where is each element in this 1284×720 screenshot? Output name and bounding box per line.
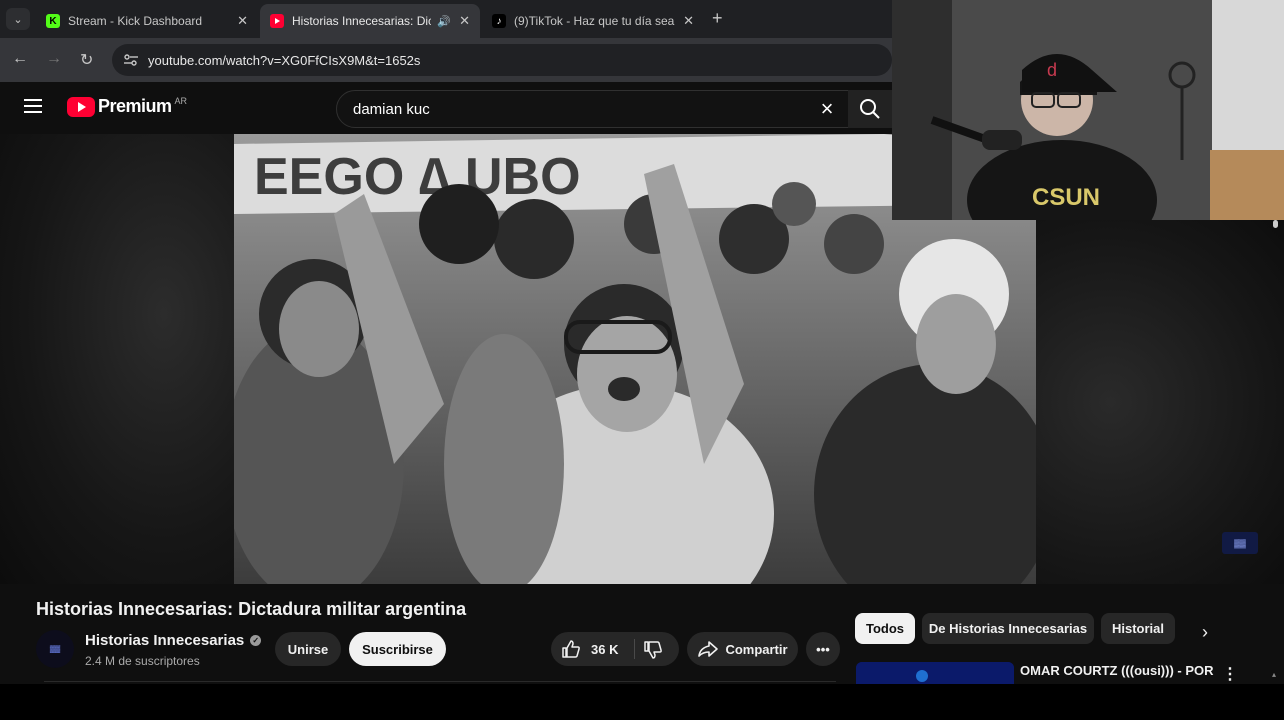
join-button[interactable]: Unirse [275,632,341,666]
dislike-button[interactable] [643,640,663,665]
thumbs-up-icon [562,640,580,658]
video-title: Historias Innecesarias: Dictadura milita… [36,599,467,619]
url-field[interactable]: youtube.com/watch?v=XG0FfCIsX9M&t=1652s [112,44,892,76]
tab-search-button[interactable]: ⌄ [6,8,30,30]
channel-watermark[interactable]: ▓▓ [1222,532,1258,554]
like-dislike-group: 36 K [551,632,679,666]
channel-avatar[interactable]: ▓▓ [36,630,74,668]
close-tab-icon[interactable]: ✕ [237,13,248,29]
chip-from-channel[interactable]: De Historias Innecesarias [922,613,1094,644]
site-info-icon[interactable] [122,51,140,69]
tab-youtube[interactable]: Historias Innecesarias: Dicta 🔊 ✕ [260,4,480,38]
svg-text:EEGO ∆ UBO: EEGO ∆ UBO [254,148,581,206]
more-horizontal-icon: ••• [816,641,830,657]
like-button[interactable]: 36 K [561,632,618,666]
brand-name: Premium [98,96,172,116]
ambient-left [0,134,234,584]
tab-tiktok[interactable]: ♪ (9)TikTok - Haz que tu día sea e ✕ [482,4,704,38]
close-tab-icon[interactable]: ✕ [459,13,470,29]
scroll-arrow-icon[interactable]: ▴ [1272,670,1276,679]
youtube-logo[interactable]: Premium AR [67,96,187,117]
search-icon [860,99,880,119]
scrollbar[interactable] [1273,220,1278,228]
back-icon[interactable]: ← [12,50,28,68]
kick-icon: K [46,14,60,28]
clear-search-icon[interactable]: × [807,96,847,122]
like-count: 36 K [591,641,619,657]
tab-kick-dashboard[interactable]: K Stream - Kick Dashboard ✕ [36,4,258,38]
video-info: Historias Innecesarias: Dictadura milita… [0,584,1284,684]
share-icon [698,641,719,657]
thumbs-down-icon [644,641,662,659]
recommended-title[interactable]: OMAR COURTZ (((ousi))) - POR [1020,663,1214,678]
subscribe-button[interactable]: Suscribirse [349,632,446,666]
url-text: youtube.com/watch?v=XG0FfCIsX9M&t=1652s [148,52,421,68]
like-separator [634,639,635,659]
svg-text:CSUN: CSUN [1032,184,1100,211]
subscriber-count: 2.4 M de suscriptores [85,654,200,668]
share-button[interactable]: Compartir [687,632,798,666]
country-code: AR [174,95,188,106]
speaker-icon[interactable]: 🔊 [437,15,451,28]
recommended-thumbnail[interactable] [856,662,1014,684]
screen: ⌄ K Stream - Kick Dashboard ✕ Historias … [0,0,1284,720]
tab-title: (9)TikTok - Haz que tu día sea e [514,14,676,28]
youtube-play-icon [67,96,95,117]
divider [44,681,836,682]
chip-history[interactable]: Historial [1101,613,1175,644]
search-box[interactable]: damian kuc × [336,90,892,128]
tab-title: Stream - Kick Dashboard [68,14,203,28]
verified-icon: ✓ [250,635,262,646]
youtube-icon [270,14,284,28]
channel-name-row[interactable]: Historias Innecesarias ✓ [85,632,262,649]
share-label: Compartir [725,641,788,657]
webcam-overlay: d CSUN [892,0,1284,220]
search-button[interactable] [848,90,892,128]
tiktok-icon: ♪ [492,14,506,28]
ambient-right [1036,220,1284,584]
menu-icon[interactable] [24,99,42,113]
more-actions-button[interactable]: ••• [806,632,840,666]
svg-text:d: d [1047,60,1057,80]
chevron-right-icon[interactable]: › [1202,622,1208,643]
channel-name[interactable]: Historias Innecesarias [85,632,244,649]
search-input[interactable]: damian kuc [353,101,807,118]
new-tab-icon[interactable]: + [712,8,723,29]
forward-icon[interactable]: → [46,50,62,68]
chip-all[interactable]: Todos [855,613,915,644]
reload-icon[interactable]: ↻ [80,50,93,70]
close-tab-icon[interactable]: ✕ [683,13,694,29]
tab-title: Historias Innecesarias: Dicta [292,14,432,28]
more-vertical-icon[interactable]: ⋮ [1222,664,1238,684]
webcam-image: d CSUN [892,0,1284,220]
